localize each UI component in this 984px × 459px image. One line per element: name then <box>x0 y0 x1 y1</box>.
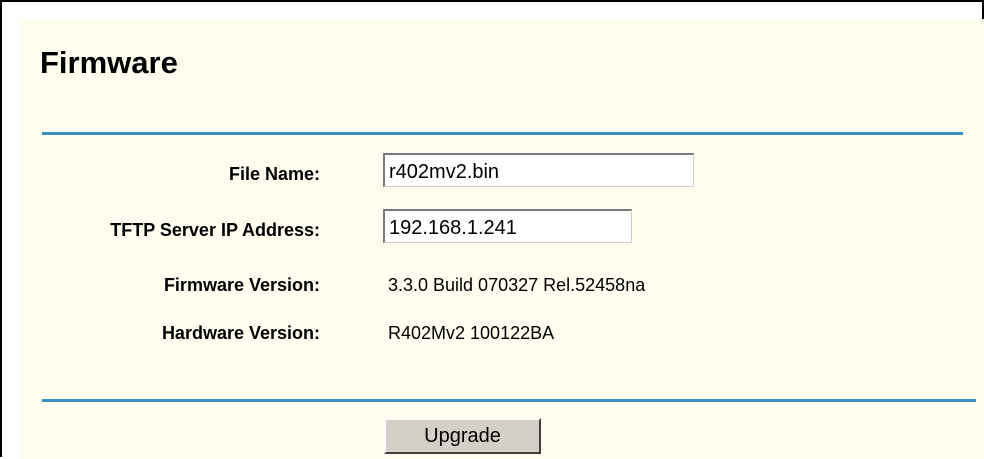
page-title: Firmware <box>40 45 178 80</box>
firmware-panel: Firmware File Name: TFTP Server IP Addre… <box>20 19 984 459</box>
firmware-version-value: 3.3.0 Build 070327 Rel.52458na <box>388 275 646 295</box>
tftp-server-input[interactable] <box>383 209 632 243</box>
upgrade-button[interactable]: Upgrade <box>384 418 541 454</box>
hardware-version-label: Hardware Version: <box>161 323 320 343</box>
firmware-frame: Firmware File Name: TFTP Server IP Addre… <box>0 0 984 459</box>
bottom-divider <box>42 399 976 402</box>
file-name-label: File Name: <box>228 164 320 184</box>
file-name-input[interactable] <box>383 153 694 187</box>
hardware-version-value: R402Mv2 100122BA <box>388 323 555 343</box>
firmware-version-label: Firmware Version: <box>163 275 320 295</box>
tftp-server-label: TFTP Server IP Address: <box>110 220 320 240</box>
top-divider <box>42 132 963 135</box>
